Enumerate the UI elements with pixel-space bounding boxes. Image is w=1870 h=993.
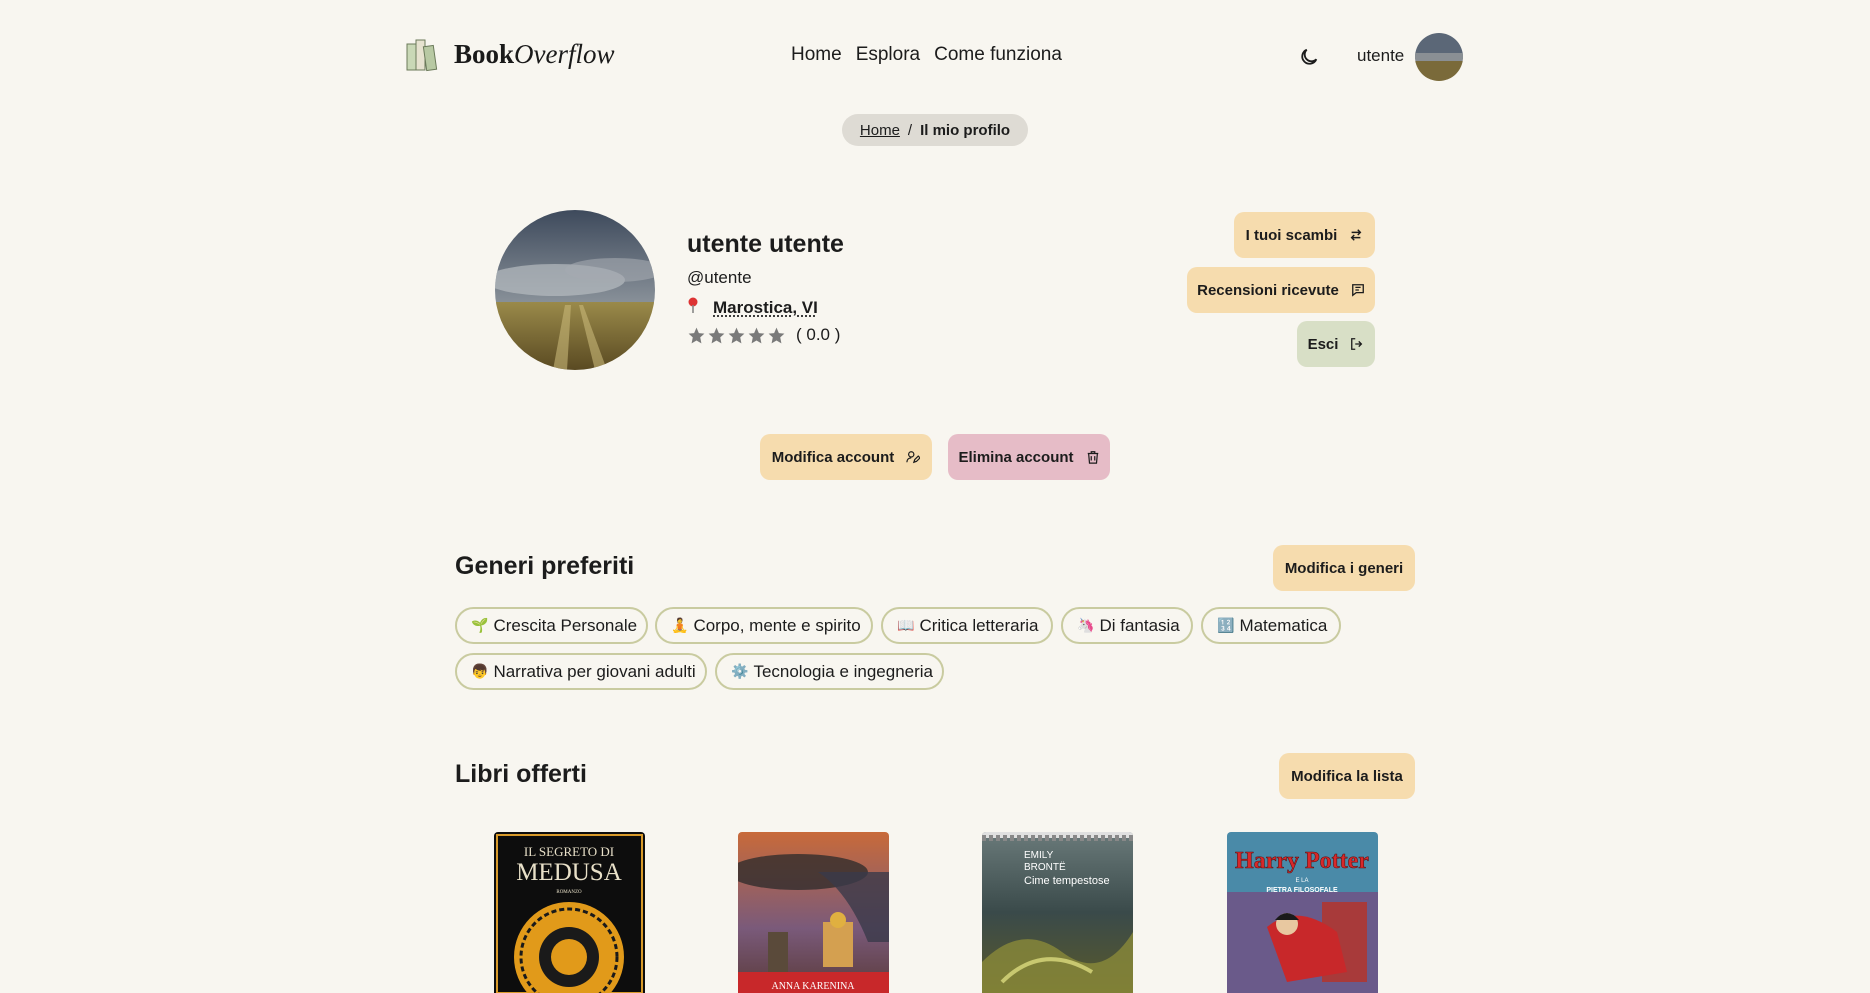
genre-chip: 🔢 Matematica (1201, 607, 1341, 644)
nav-explore-link[interactable]: Esplora (856, 44, 920, 66)
favorite-genres-title: Generi preferiti (455, 552, 635, 580)
genre-chip-label: Tecnologia e ingegneria (753, 661, 934, 681)
profile-avatar (495, 210, 655, 370)
genre-chip-label: Di fantasia (1099, 615, 1180, 635)
genre-chip-label: Matematica (1239, 615, 1328, 635)
book-cover-cime-tempestose[interactable]: EMILY BRONTË Cime tempestose (982, 832, 1133, 993)
genre-chip: 👦 Narrativa per giovani adulti (455, 653, 707, 690)
nav-home-link[interactable]: Home (791, 44, 842, 66)
genre-chip: 🦄 Di fantasia (1061, 607, 1193, 644)
rating-value: ( 0.0 ) (796, 325, 841, 344)
book-cover-author-2: BRONTË (1024, 861, 1066, 873)
book-cover-title: Cime tempestose (1024, 875, 1110, 887)
genre-emoji-icon: 👦 (471, 663, 489, 679)
user-edit-icon (906, 451, 921, 464)
breadcrumb-separator: / (907, 121, 913, 139)
star-icon (708, 327, 725, 343)
book-cover-subtitle: ROMANZO (556, 890, 582, 895)
genre-emoji-icon: ⚙️ (731, 663, 749, 679)
book-cover-anna-karenina[interactable]: ANNA KARENINA (738, 832, 889, 993)
book-cover-title-2: MEDUSA (516, 859, 622, 886)
delete-account-label: Elimina account (958, 448, 1074, 466)
edit-list-button[interactable]: Modifica la lista (1279, 753, 1415, 799)
edit-account-button[interactable]: Modifica account (760, 434, 932, 480)
book-cover-title-1: IL SEGRETO DI (524, 844, 614, 859)
edit-genres-label: Modifica i generi (1284, 559, 1404, 577)
book-cover-title: ANNA KARENINA (771, 981, 855, 992)
profile-handle: @utente (687, 268, 752, 287)
profile-full-name: utente utente (687, 230, 844, 258)
book-cover-title: Harry Potter (1235, 848, 1369, 874)
breadcrumb-current: Il mio profilo (920, 121, 1011, 139)
genre-emoji-icon: 📖 (897, 617, 915, 633)
profile-rating: ( 0.0 ) (687, 325, 840, 345)
profile-location: Marostica, VI (687, 297, 818, 318)
nav-links: Home Esplora Come funziona (791, 44, 1062, 66)
genre-chip: 🧘 Corpo, mente e spirito (655, 607, 873, 644)
genre-chip-label: Critica letteraria (919, 615, 1039, 635)
your-exchanges-button[interactable]: I tuoi scambi (1234, 212, 1375, 258)
genre-emoji-icon: 🔢 (1217, 617, 1235, 633)
brand-logo[interactable]: BookOverflow (405, 36, 615, 72)
edit-genres-button[interactable]: Modifica i generi (1273, 545, 1415, 591)
brand-name: BookOverflow (454, 38, 615, 69)
rating-stars (687, 326, 786, 345)
books-icon (405, 36, 439, 72)
offered-books-title: Libri offerti (455, 760, 587, 788)
star-icon (688, 327, 705, 343)
delete-account-button[interactable]: Elimina account (948, 434, 1110, 480)
star-icon (728, 327, 745, 343)
trash-icon (1087, 451, 1098, 464)
top-navbar: BookOverflow Home Esplora Come funziona … (0, 0, 1870, 113)
message-icon (1351, 284, 1364, 297)
nav-how-it-works-link[interactable]: Come funziona (934, 44, 1062, 66)
genre-chip-label: Narrativa per giovani adulti (493, 661, 696, 681)
logout-label: Esci (1307, 335, 1339, 353)
genre-chip-label: Crescita Personale (493, 615, 638, 635)
star-icon (768, 327, 785, 343)
genre-emoji-icon: 🦄 (1077, 617, 1095, 633)
book-cover-subtitle-2: PIETRA FILOSOFALE (1266, 887, 1338, 894)
genre-chip: 🌱 Crescita Personale (455, 607, 648, 644)
edit-list-label: Modifica la lista (1291, 767, 1403, 785)
location-text: Marostica, VI (713, 297, 818, 317)
genre-emoji-icon: 🧘 (671, 617, 689, 633)
swap-arrows-icon (1350, 229, 1362, 241)
received-reviews-label: Recensioni ricevute (1197, 281, 1339, 299)
genre-chip: 📖 Critica letteraria (881, 607, 1053, 644)
breadcrumb-home-link[interactable]: Home (860, 122, 900, 139)
genre-chip: ⚙️ Tecnologia e ingegneria (715, 653, 944, 690)
dark-mode-moon-icon[interactable] (1298, 46, 1320, 68)
genre-chip-label: Corpo, mente e spirito (693, 615, 861, 635)
location-pin-icon (687, 297, 699, 318)
book-cover-subtitle-1: E LA (1295, 878, 1308, 884)
nav-username[interactable]: utente (1357, 46, 1404, 66)
logout-button[interactable]: Esci (1297, 321, 1375, 367)
received-reviews-button[interactable]: Recensioni ricevute (1187, 267, 1375, 313)
book-cover-harry-potter[interactable]: Harry Potter E LA PIETRA FILOSOFALE (1227, 832, 1378, 993)
nav-avatar[interactable] (1415, 33, 1463, 81)
book-cover-author-1: EMILY (1024, 850, 1054, 861)
book-cover-medusa[interactable]: IL SEGRETO DI MEDUSA ROMANZO (494, 832, 645, 993)
breadcrumb: Home / Il mio profilo (842, 114, 1028, 146)
edit-account-label: Modifica account (771, 448, 895, 466)
star-icon (748, 327, 765, 343)
genre-emoji-icon: 🌱 (471, 617, 489, 633)
logout-icon (1351, 338, 1363, 350)
your-exchanges-label: I tuoi scambi (1245, 226, 1338, 244)
